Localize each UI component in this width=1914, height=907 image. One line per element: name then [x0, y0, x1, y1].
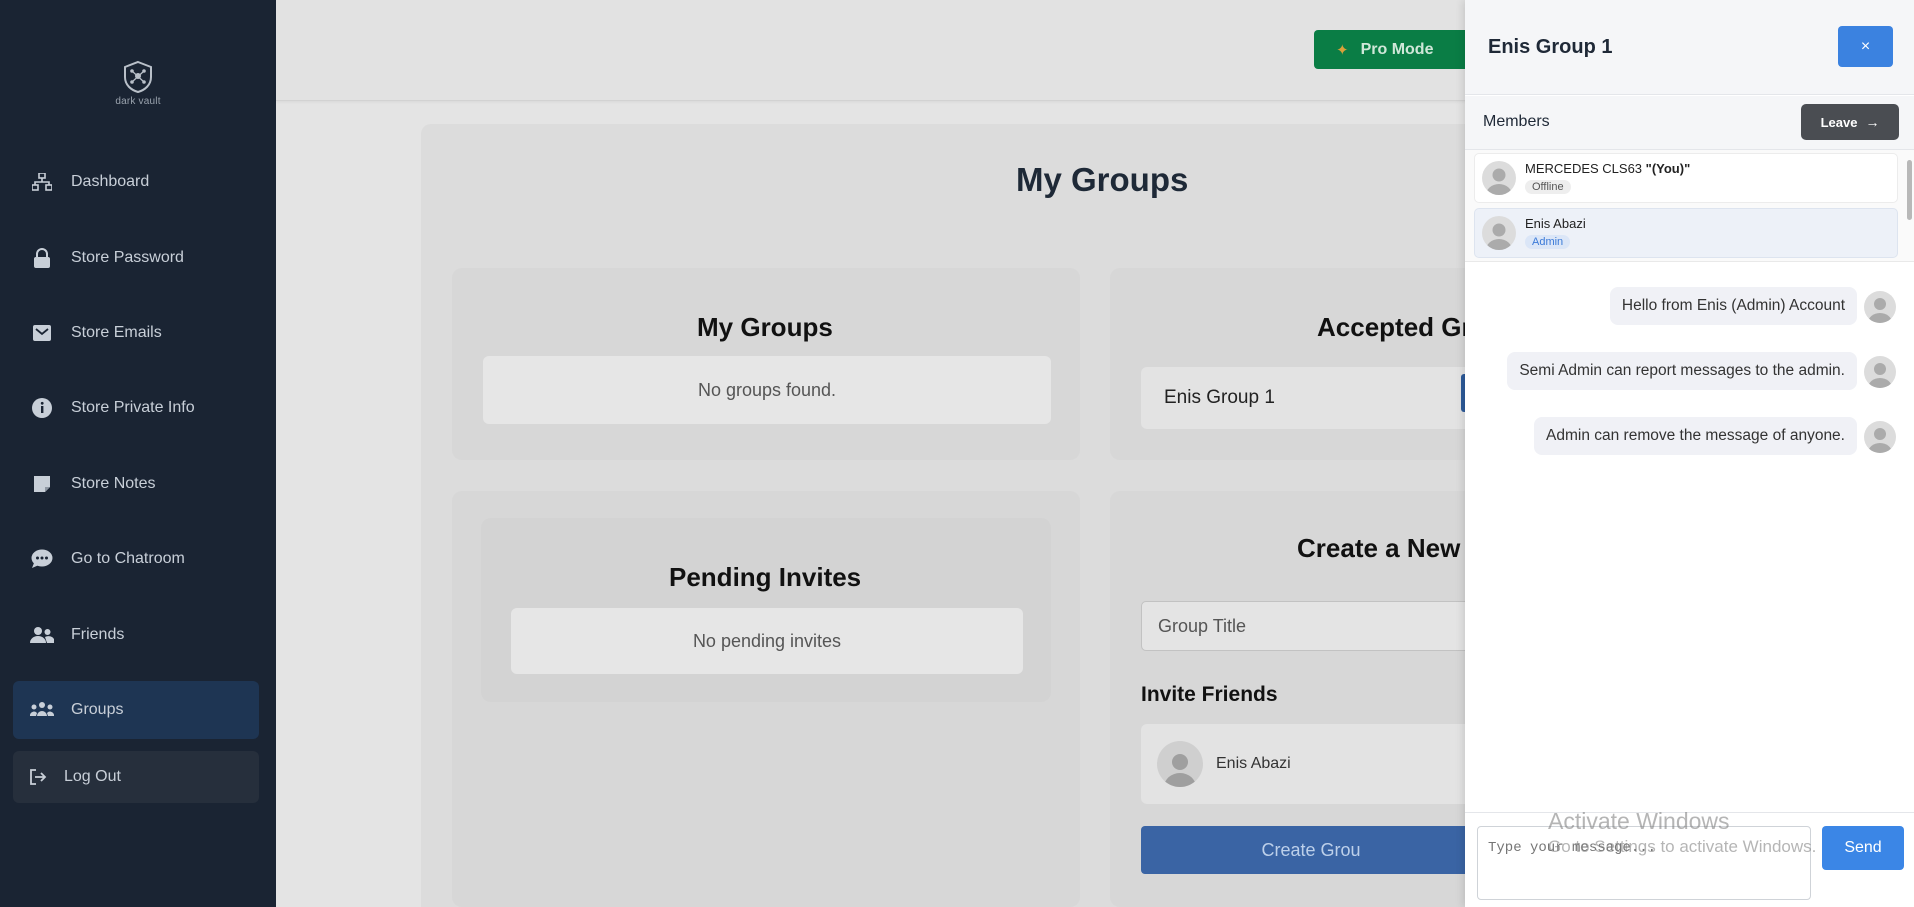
page-title: My Groups [1016, 161, 1189, 198]
sign-out-icon [29, 769, 49, 785]
shield-logo-icon [124, 60, 152, 94]
status-badge: Offline [1525, 180, 1571, 194]
drawer-title: Enis Group 1 [1488, 36, 1613, 58]
sidebar-item-groups[interactable]: Groups [13, 681, 259, 739]
logo-text: dark vault [115, 96, 161, 107]
lock-icon [30, 246, 54, 270]
sidebar-item-label: Go to Chatroom [71, 550, 185, 567]
logout-button[interactable]: Log Out [13, 751, 259, 803]
role-badge: Admin [1525, 235, 1571, 249]
chat-icon [30, 547, 54, 571]
avatar [1482, 161, 1516, 195]
my-groups-title: My Groups [697, 312, 833, 342]
pending-invites-title: Pending Invites [669, 562, 862, 592]
group-name: Enis Group 1 [1164, 387, 1275, 408]
close-button[interactable]: × [1838, 26, 1893, 67]
member-name-line: MERCEDES CLS63 "(You)" [1525, 161, 1690, 177]
member-row[interactable]: MERCEDES CLS63 "(You)" Offline [1474, 153, 1898, 203]
member-name: Enis Abazi [1525, 216, 1586, 231]
create-group-title: Create a New [1297, 533, 1461, 563]
leave-label: Leave [1820, 114, 1858, 130]
sparkle-icon: ✦ [1336, 41, 1349, 59]
logout-label: Log Out [64, 768, 121, 785]
sidebar-item-chatroom[interactable]: Go to Chatroom [13, 530, 259, 588]
create-group-button[interactable]: Create Grou [1141, 826, 1481, 874]
member-you-suffix: "(You)" [1645, 161, 1691, 176]
pending-invites-empty: No pending invites [511, 608, 1023, 674]
accepted-group-row[interactable]: Enis Group 1 [1141, 367, 1481, 429]
pro-mode-button[interactable]: ✦ Pro Mode [1314, 30, 1474, 69]
group-icon [30, 698, 54, 722]
sidebar-item-store-notes[interactable]: Store Notes [13, 455, 259, 513]
avatar [1157, 741, 1203, 787]
sidebar-item-label: Store Private Info [71, 399, 195, 416]
chat-message: Admin can remove the message of anyone. [1534, 417, 1857, 455]
sidebar: dark vault Dashboard Store Password Stor… [0, 0, 276, 907]
sidebar-item-store-password[interactable]: Store Password [13, 229, 259, 287]
message-input[interactable] [1477, 826, 1811, 900]
member-row[interactable]: Enis Abazi Admin [1474, 208, 1898, 258]
pro-mode-label: Pro Mode [1360, 40, 1434, 58]
sidebar-item-label: Groups [71, 701, 124, 718]
my-groups-empty: No groups found. [483, 356, 1051, 424]
note-icon [30, 472, 54, 496]
accepted-groups-panel [1110, 268, 1510, 460]
avatar [1482, 216, 1516, 250]
sidebar-item-friends[interactable]: Friends [13, 606, 259, 664]
sidebar-item-label: Dashboard [71, 173, 150, 190]
avatar [1864, 356, 1896, 388]
friend-name: Enis Abazi [1216, 755, 1291, 772]
leave-group-button[interactable]: Leave → [1801, 104, 1899, 140]
drawer-header: Enis Group 1 × [1465, 0, 1914, 95]
envelope-icon [30, 321, 54, 345]
sidebar-item-label: Friends [71, 626, 125, 643]
users-icon [30, 623, 54, 647]
info-icon [30, 396, 54, 420]
sidebar-item-label: Store Emails [71, 324, 162, 341]
member-name: MERCEDES CLS63 [1525, 161, 1643, 176]
sitemap-icon [30, 170, 54, 194]
members-list[interactable]: MERCEDES CLS63 "(You)" Offline Enis Abaz… [1465, 150, 1914, 262]
sidebar-item-dashboard[interactable]: Dashboard [13, 153, 259, 211]
sidebar-item-label: Store Notes [71, 475, 156, 492]
chat-message: Semi Admin can report messages to the ad… [1507, 352, 1857, 390]
chat-message: Hello from Enis (Admin) Account [1609, 287, 1857, 325]
avatar [1864, 291, 1896, 323]
group-title-input[interactable]: Group Title [1141, 601, 1481, 651]
accepted-groups-title: Accepted Gr [1317, 312, 1472, 342]
invite-friends-label: Invite Friends [1141, 683, 1278, 706]
members-scrollbar[interactable] [1907, 160, 1912, 220]
invite-friend-row[interactable]: Enis Abazi [1141, 724, 1481, 804]
sidebar-item-store-emails[interactable]: Store Emails [13, 304, 259, 362]
avatar [1864, 421, 1896, 453]
arrow-right-icon: → [1865, 114, 1880, 130]
app-logo[interactable]: dark vault [108, 60, 168, 107]
sidebar-item-label: Store Password [71, 249, 184, 266]
members-bar: Members Leave → [1465, 96, 1914, 150]
sidebar-item-store-private-info[interactable]: Store Private Info [13, 379, 259, 437]
members-label: Members [1483, 113, 1550, 130]
send-button[interactable]: Send [1822, 826, 1904, 870]
